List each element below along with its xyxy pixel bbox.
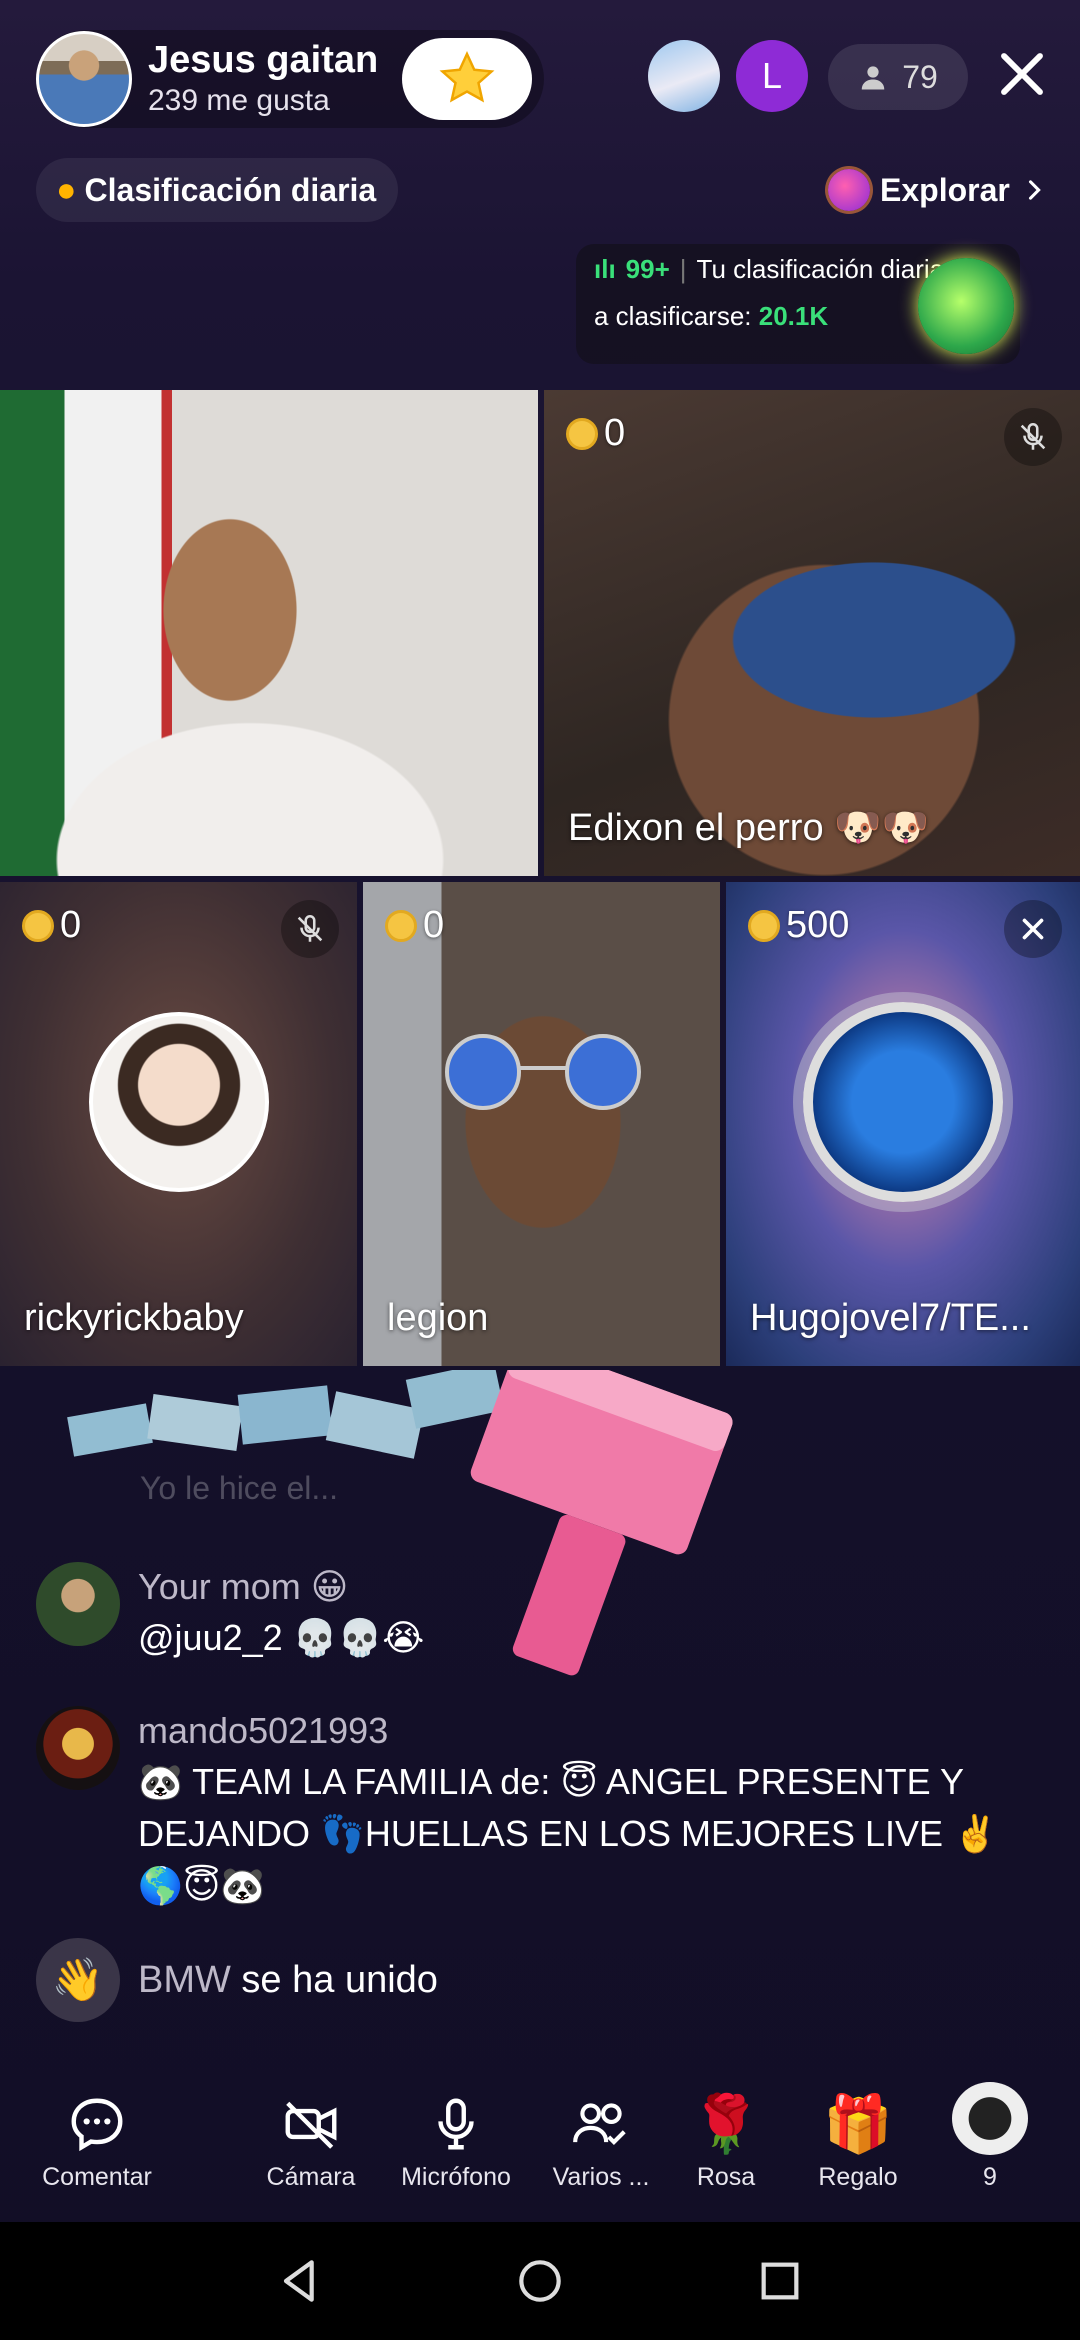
join-notice: 👋 BMW se ha unido [36, 1938, 438, 2022]
comment-icon [71, 2098, 123, 2152]
chat-message[interactable]: Your mom 😀 @juu2_2 💀💀😭 [36, 1562, 1038, 1664]
mic-off-icon [297, 914, 323, 942]
camera-button[interactable]: Cámara [246, 2082, 376, 2192]
coin-count: 500 [786, 904, 850, 946]
host-avatar[interactable] [36, 31, 132, 127]
faded-chat-line: Yo le hice el... [140, 1470, 339, 1506]
explore-label: Explorar [880, 171, 1010, 208]
guest-tile-2[interactable]: 0 rickyrickbaby [0, 882, 357, 1366]
microphone-icon [438, 2098, 474, 2150]
ranking-line2-value: 20.1K [758, 301, 829, 331]
guest-tile-1[interactable]: 0 Edixon el perro 🐶🐶 [544, 390, 1080, 876]
remove-guest-button[interactable] [1004, 900, 1062, 958]
coin-icon [566, 417, 598, 450]
coin-count: 0 [423, 904, 445, 946]
chat-user-avatar[interactable] [36, 1562, 120, 1646]
chat-username: Your mom 😀 [138, 1566, 349, 1607]
person-icon [861, 66, 885, 90]
action-label: Varios ... [552, 2163, 650, 2191]
coin-badge: 0 [566, 412, 625, 455]
rose-gift-button[interactable]: 🌹 Rosa [661, 2082, 791, 2192]
action-label: Micrófono [401, 2163, 511, 2191]
bars-icon: ılı [594, 254, 616, 284]
coin-badge: 0 [385, 904, 444, 947]
multi-guest-icon [573, 2103, 626, 2146]
daily-ranking-label: Clasificación diaria [84, 171, 377, 208]
camera-off-icon [285, 2101, 337, 2149]
guest-name: legion [387, 1297, 489, 1339]
guest-avatar [803, 1002, 1003, 1202]
system-navigation-bar [0, 2222, 1080, 2340]
ranking-card[interactable]: ılı 99+ | Tu clasificación diaria a clas… [576, 244, 1020, 364]
multi-guest-button[interactable]: Varios ... [536, 2082, 666, 2192]
viewer-count[interactable]: 79 [828, 44, 968, 110]
chat-text: 🐼 TEAM LA FAMILIA de: 😇 ANGEL PRESENTE Y… [138, 1761, 998, 1906]
star-icon [439, 51, 495, 103]
wave-icon: 👋 [36, 1938, 120, 2022]
ranking-badge-icon [918, 258, 1014, 354]
action-label: 9 [983, 2163, 997, 2191]
back-icon[interactable] [272, 2253, 328, 2309]
coin-icon [385, 909, 417, 942]
coin-badge: 0 [22, 904, 81, 947]
close-button[interactable] [990, 42, 1054, 106]
host-name: Jesus gaitan [148, 39, 379, 81]
rose-icon: 🌹 [691, 2092, 761, 2155]
mute-indicator [1004, 408, 1062, 466]
guest-avatar [88, 1012, 269, 1192]
chat-message[interactable]: mando5021993 🐼 TEAM LA FAMILIA de: 😇 ANG… [36, 1706, 1038, 1912]
mic-off-icon [1020, 422, 1046, 450]
viewer-count-value: 79 [902, 58, 938, 95]
coin-count: 0 [604, 412, 626, 454]
profile-avatar [952, 2082, 1028, 2155]
chat-text: @juu2_2 💀💀😭 [138, 1617, 425, 1658]
ranking-position: 99+ [625, 254, 670, 284]
close-icon [1022, 918, 1044, 940]
divider: | [679, 254, 687, 284]
guest-name: Edixon el perro 🐶🐶 [568, 807, 929, 849]
ranking-title: Tu clasificación diaria [696, 254, 945, 284]
coin-count: 0 [60, 904, 82, 946]
recents-icon[interactable] [752, 2253, 808, 2309]
action-label: Rosa [696, 2163, 756, 2191]
action-label: Cámara [266, 2163, 356, 2191]
action-label: Regalo [818, 2163, 898, 2191]
action-label: Comentar [42, 2163, 152, 2191]
host-video-tile[interactable] [0, 390, 538, 876]
host-info-pill[interactable]: Jesus gaitan 239 me gusta [36, 30, 544, 128]
follow-button[interactable] [402, 38, 532, 120]
daily-ranking-chip[interactable]: ● Clasificación diaria [36, 158, 399, 222]
gift-icon: 🎁 [823, 2092, 893, 2155]
guest-name: Hugojovel7/TE... [750, 1297, 1031, 1339]
coin-icon [22, 909, 54, 942]
ranking-line2-prefix: a clasificarse: [594, 301, 759, 331]
guest-name: rickyrickbaby [24, 1297, 244, 1339]
joined-user[interactable]: BMW [138, 1959, 231, 2001]
sunglasses-filter [445, 1034, 641, 1110]
chevron-right-icon [1028, 180, 1041, 200]
coin-badge: 500 [748, 904, 849, 947]
top-viewer-avatar-2[interactable]: L [736, 40, 808, 112]
microphone-button[interactable]: Micrófono [391, 2082, 521, 2192]
joined-text: se ha unido [230, 1958, 438, 2001]
guest-tile-4[interactable]: 500 Hugojovel7/TE... [726, 882, 1080, 1366]
profile-button[interactable]: 9 [925, 2082, 1055, 2192]
chat-username: mando5021993 [138, 1710, 389, 1751]
top-viewer-avatar-1[interactable] [648, 40, 720, 112]
guest-tile-3[interactable]: 0 legion [363, 882, 720, 1366]
home-icon[interactable] [512, 2253, 568, 2309]
explore-button[interactable]: Explorar [818, 158, 1064, 222]
gift-button[interactable]: 🎁 Regalo [793, 2082, 923, 2192]
close-icon [1001, 53, 1043, 95]
chat-user-avatar[interactable] [36, 1706, 120, 1790]
flame-icon: ● [56, 170, 77, 209]
coin-icon [748, 909, 780, 942]
host-likes: 239 me gusta [148, 84, 330, 117]
planet-icon [828, 169, 870, 211]
comment-button[interactable]: Comentar [32, 2082, 162, 2192]
mute-indicator [281, 900, 339, 958]
